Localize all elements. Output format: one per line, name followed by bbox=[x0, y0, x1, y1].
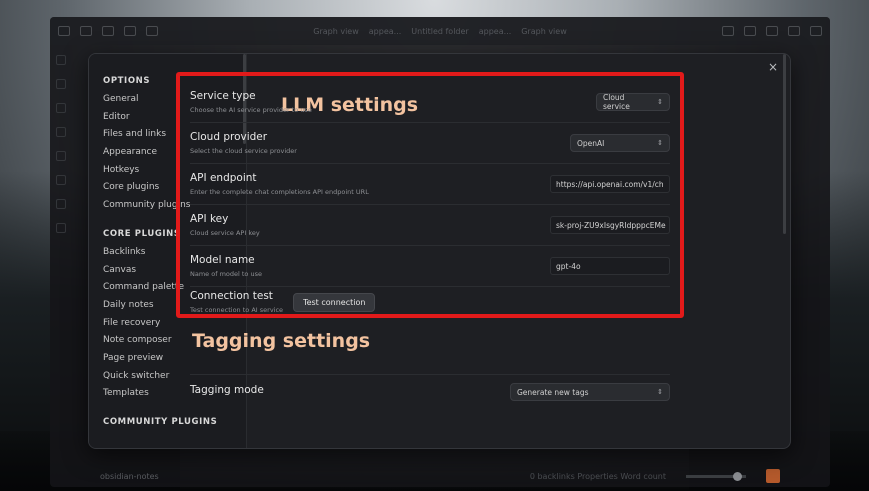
api-key-input[interactable]: sk-proj-ZU9xIsgyRIdpppcEMe bbox=[550, 216, 670, 234]
maximize-icon[interactable] bbox=[788, 26, 801, 36]
updown-chevron-icon: ⇕ bbox=[657, 98, 663, 106]
setting-cloud-provider: Cloud provider Select the cloud service … bbox=[190, 123, 670, 164]
setting-service-type: Service type Choose the AI service provi… bbox=[190, 82, 670, 123]
setting-name: Service type bbox=[190, 90, 256, 102]
tab-graph-view[interactable]: Graph view bbox=[313, 27, 359, 36]
tab-graph-view-2[interactable]: Graph view bbox=[521, 27, 567, 36]
new-tab-icon[interactable] bbox=[722, 26, 735, 36]
setting-name: API endpoint bbox=[190, 172, 257, 184]
layout-icon[interactable] bbox=[744, 26, 757, 36]
setting-name: Tagging mode bbox=[190, 384, 264, 396]
setting-desc: Test connection to AI service bbox=[190, 306, 284, 314]
setting-name: Model name bbox=[190, 254, 255, 266]
setting-api-key: API key Cloud service API key sk-proj-ZU… bbox=[190, 205, 670, 246]
ribbon-icon-3[interactable] bbox=[56, 103, 66, 113]
tagging-settings-title: Tagging settings bbox=[192, 330, 371, 352]
tab-untitled-folder[interactable]: Untitled folder bbox=[411, 27, 468, 36]
setting-desc: Enter the complete chat completions API … bbox=[190, 188, 369, 196]
llm-settings-list: Service type Choose the AI service provi… bbox=[190, 82, 670, 317]
service-type-value: Cloud service bbox=[603, 93, 630, 111]
setting-desc: Name of model to use bbox=[190, 270, 262, 278]
api-endpoint-input[interactable]: https://api.openai.com/v1/ch bbox=[550, 175, 670, 193]
sidebar-item-page-preview[interactable]: Page preview bbox=[103, 350, 246, 368]
service-type-select[interactable]: Cloud service ⇕ bbox=[596, 93, 670, 111]
community-plugins-heading: COMMUNITY PLUGINS bbox=[103, 417, 218, 427]
updown-chevron-icon: ⇕ bbox=[657, 388, 663, 396]
setting-name: Cloud provider bbox=[190, 131, 268, 143]
ribbon-icon-5[interactable] bbox=[56, 151, 66, 161]
left-ribbon bbox=[50, 45, 72, 465]
setting-api-endpoint: API endpoint Enter the complete chat com… bbox=[190, 164, 670, 205]
setting-name: API key bbox=[190, 213, 229, 225]
content-scrollbar[interactable] bbox=[783, 54, 786, 234]
updown-chevron-icon: ⇕ bbox=[657, 139, 663, 147]
tab-appearance-1[interactable]: appea... bbox=[369, 27, 402, 36]
file-icon[interactable] bbox=[102, 26, 114, 36]
status-text: 0 backlinks Properties Word count bbox=[529, 471, 666, 481]
folder-icon[interactable] bbox=[80, 26, 92, 36]
tagging-mode-select[interactable]: Generate new tags ⇕ bbox=[510, 383, 670, 401]
setting-desc: Choose the AI service provider to use bbox=[190, 106, 312, 114]
search-icon[interactable] bbox=[124, 26, 136, 36]
sidebar-toggle-icon[interactable] bbox=[58, 26, 70, 36]
ribbon-icon-8[interactable] bbox=[56, 223, 66, 233]
vault-name[interactable]: obsidian-notes bbox=[100, 472, 159, 481]
setting-desc: Select the cloud service provider bbox=[190, 147, 297, 155]
ribbon-icon-4[interactable] bbox=[56, 127, 66, 137]
test-connection-button[interactable]: Test connection bbox=[293, 292, 376, 312]
ribbon-icon-1[interactable] bbox=[56, 55, 66, 65]
tagging-mode-value: Generate new tags bbox=[517, 387, 589, 397]
minimize-icon[interactable] bbox=[766, 26, 779, 36]
window-close-icon[interactable] bbox=[810, 26, 823, 36]
setting-desc: Cloud service API key bbox=[190, 229, 260, 237]
status-color-swatch[interactable] bbox=[766, 469, 780, 483]
ribbon-icon-7[interactable] bbox=[56, 199, 66, 209]
ribbon-icon-2[interactable] bbox=[56, 79, 66, 89]
ribbon-icon-6[interactable] bbox=[56, 175, 66, 185]
cloud-provider-value: OpenAI bbox=[577, 138, 605, 148]
setting-name: Connection test bbox=[190, 290, 273, 302]
zoom-slider[interactable] bbox=[686, 471, 746, 481]
setting-model-name: Model name Name of model to use gpt-4o bbox=[190, 246, 670, 287]
bookmark-icon[interactable] bbox=[146, 26, 158, 36]
model-name-input[interactable]: gpt-4o bbox=[550, 257, 670, 275]
tab-appearance-2[interactable]: appea... bbox=[479, 27, 512, 36]
cloud-provider-select[interactable]: OpenAI ⇕ bbox=[570, 134, 670, 152]
app-topbar: Graph view appea... Untitled folder appe… bbox=[50, 17, 830, 45]
status-bar: obsidian-notes 0 backlinks Properties Wo… bbox=[50, 465, 830, 487]
setting-tagging-mode: Tagging mode Generate new tags ⇕ bbox=[190, 374, 670, 401]
setting-connection-test: Connection test Test connection to AI se… bbox=[190, 287, 670, 317]
